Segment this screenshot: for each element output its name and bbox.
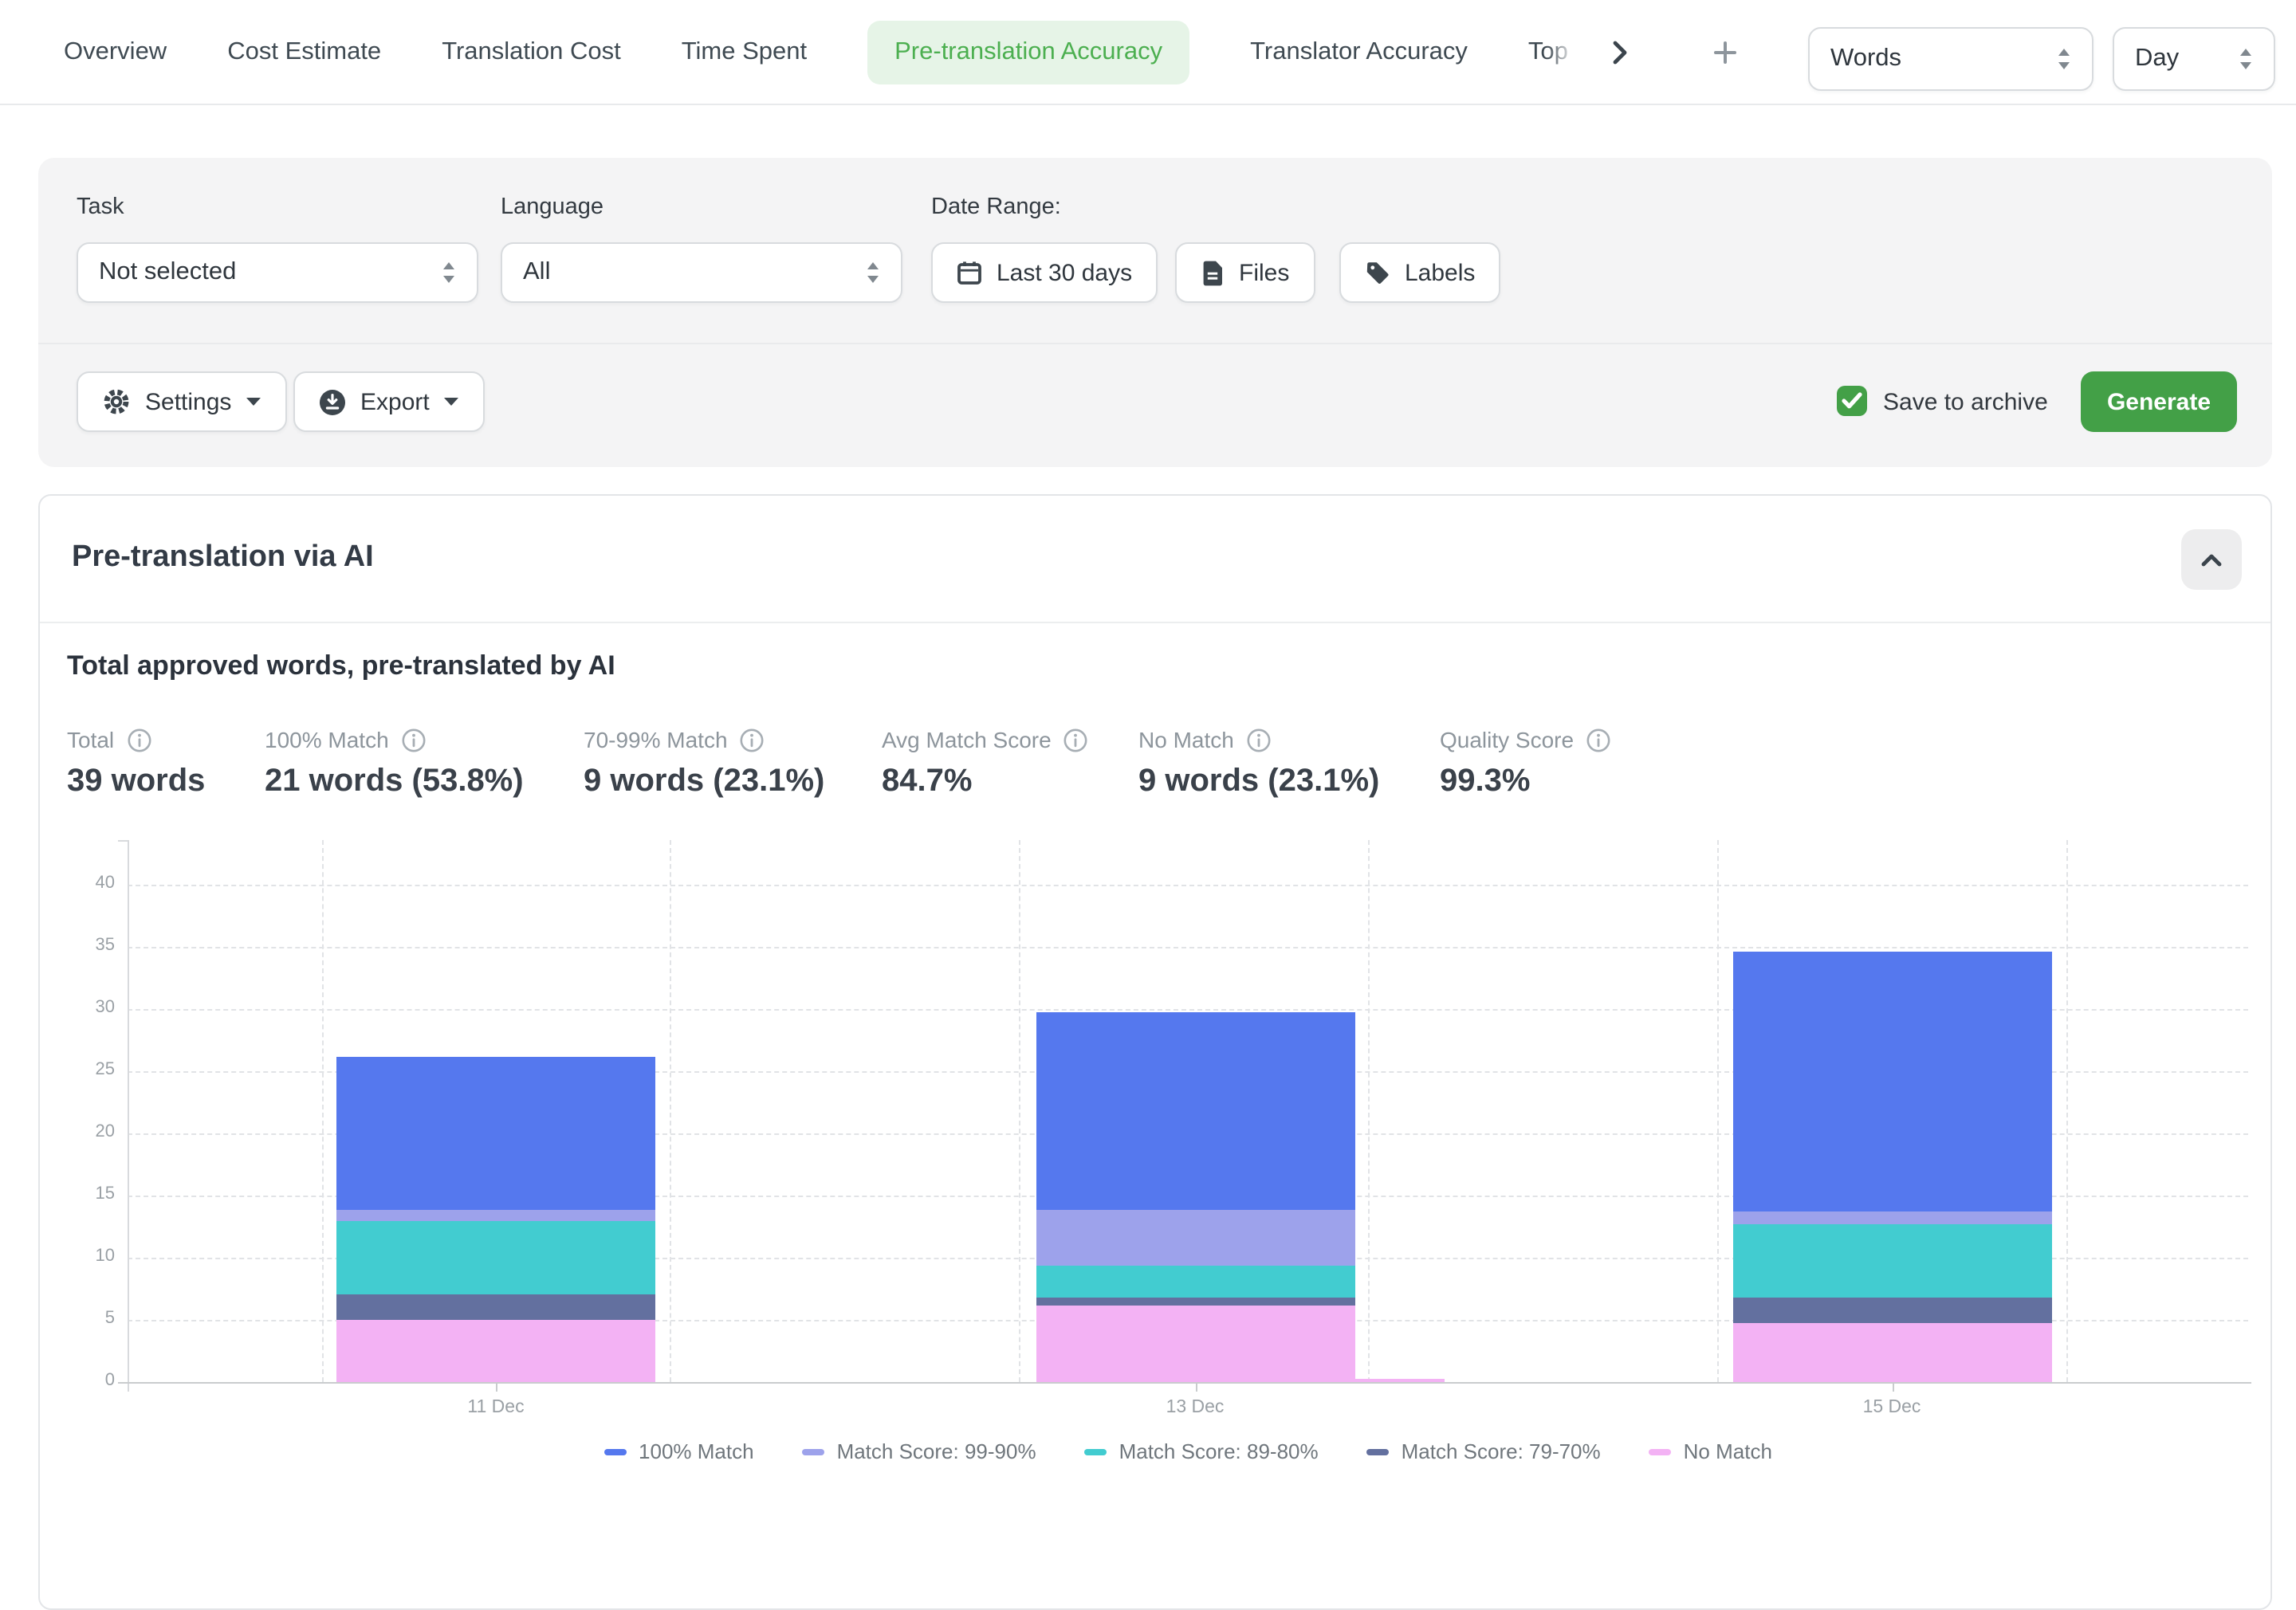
chart-section-title: Total approved words, pre-translated by … <box>67 650 615 682</box>
stat-total: Total 39 words <box>67 727 205 800</box>
legend-color-dash <box>1366 1448 1389 1455</box>
period-select-value: Day <box>2135 45 2179 73</box>
legend-item[interactable]: 100% Match <box>603 1439 754 1463</box>
stat-value: 84.7% <box>882 764 1088 800</box>
tab-pre-translation-accuracy[interactable]: Pre-translation Accuracy <box>867 20 1189 84</box>
gear-icon <box>102 387 131 416</box>
add-tab-button[interactable] <box>1713 39 1739 65</box>
stat-label: Avg Match Score <box>882 727 1052 752</box>
stat-100-match: 100% Match 21 words (53.8%) <box>265 727 524 800</box>
tab-cost-estimate[interactable]: Cost Estimate <box>227 37 381 66</box>
unit-select[interactable]: Words <box>1808 27 2094 91</box>
analytics-page: Overview Cost Estimate Translation Cost … <box>0 0 2296 1503</box>
export-button[interactable]: Export <box>293 371 486 432</box>
tabs-scroll-right-button[interactable] <box>1611 39 1630 65</box>
save-to-archive-label[interactable]: Save to archive <box>1883 389 2048 416</box>
task-select[interactable]: Not selected <box>77 242 478 303</box>
legend-item[interactable]: No Match <box>1649 1439 1772 1463</box>
date-range-button[interactable]: Last 30 days <box>931 242 1158 303</box>
info-icon[interactable] <box>1064 728 1088 752</box>
legend-label: Match Score: 79-70% <box>1402 1439 1601 1463</box>
stat-70-99-match: 70-99% Match 9 words (23.1%) <box>584 727 824 800</box>
legend-label: No Match <box>1684 1439 1772 1463</box>
info-icon[interactable] <box>1586 728 1610 752</box>
info-icon[interactable] <box>1247 728 1271 752</box>
chart-legend: 100% Match Match Score: 99-90% Match Score… <box>128 1439 2248 1463</box>
sort-arrows-icon <box>2239 48 2253 70</box>
info-icon[interactable] <box>127 728 151 752</box>
download-icon <box>319 388 346 415</box>
language-select[interactable]: All <box>501 242 902 303</box>
task-select-value: Not selected <box>99 258 236 287</box>
panel-header-divider <box>40 622 2270 623</box>
export-button-label: Export <box>360 388 430 415</box>
tab-translator-accuracy[interactable]: Translator Accuracy <box>1250 37 1468 66</box>
stat-value: 21 words (53.8%) <box>265 764 524 800</box>
tag-icon <box>1365 260 1390 285</box>
stat-label: Total <box>67 727 114 752</box>
sort-arrows-icon <box>866 261 880 284</box>
tab-top-truncated[interactable]: Top <box>1528 37 1576 66</box>
legend-label: Match Score: 99-90% <box>837 1439 1036 1463</box>
legend-color-dash <box>1084 1448 1107 1455</box>
labels-button-label: Labels <box>1405 259 1475 286</box>
tab-translation-cost[interactable]: Translation Cost <box>442 37 621 66</box>
caret-down-icon <box>246 397 261 406</box>
unit-select-value: Words <box>1830 45 1901 73</box>
language-select-value: All <box>523 258 550 287</box>
sort-arrows-icon <box>2057 48 2071 70</box>
stat-value: 99.3% <box>1440 764 1610 800</box>
stat-value: 9 words (23.1%) <box>584 764 824 800</box>
legend-item[interactable]: Match Score: 99-90% <box>802 1439 1036 1463</box>
sort-arrows-icon <box>442 261 456 284</box>
date-range-value: Last 30 days <box>997 259 1132 286</box>
period-select[interactable]: Day <box>2113 27 2275 91</box>
legend-item[interactable]: Match Score: 79-70% <box>1366 1439 1601 1463</box>
files-filter-button[interactable]: Files <box>1175 242 1315 303</box>
legend-label: Match Score: 89-80% <box>1119 1439 1319 1463</box>
stat-no-match: No Match 9 words (23.1%) <box>1138 727 1379 800</box>
stat-value: 9 words (23.1%) <box>1138 764 1379 800</box>
settings-button-label: Settings <box>145 388 231 415</box>
stat-avg-match-score: Avg Match Score 84.7% <box>882 727 1088 800</box>
tab-time-spent[interactable]: Time Spent <box>682 37 807 66</box>
stat-label: No Match <box>1138 727 1234 752</box>
files-button-label: Files <box>1239 259 1289 286</box>
legend-color-dash <box>1649 1448 1671 1455</box>
settings-button[interactable]: Settings <box>77 371 287 432</box>
save-to-archive-checkbox[interactable] <box>1837 386 1867 416</box>
info-icon[interactable] <box>402 728 426 752</box>
collapse-panel-button[interactable] <box>2181 529 2242 590</box>
stat-label: 70-99% Match <box>584 727 728 752</box>
stat-value: 39 words <box>67 764 205 800</box>
task-label: Task <box>77 194 124 220</box>
labels-filter-button[interactable]: Labels <box>1339 242 1500 303</box>
filters-divider <box>38 343 2272 344</box>
caret-down-icon <box>444 397 460 406</box>
tab-fade-overlay <box>1547 37 1576 66</box>
stat-label: 100% Match <box>265 727 389 752</box>
legend-label: 100% Match <box>639 1439 754 1463</box>
generate-button[interactable]: Generate <box>2081 371 2237 432</box>
calendar-icon <box>957 260 982 285</box>
legend-color-dash <box>603 1448 626 1455</box>
language-label: Language <box>501 194 603 220</box>
stat-quality-score: Quality Score 99.3% <box>1440 727 1610 800</box>
plus-icon <box>1713 39 1739 65</box>
legend-item[interactable]: Match Score: 89-80% <box>1084 1439 1319 1463</box>
tab-overview[interactable]: Overview <box>64 37 167 66</box>
legend-color-dash <box>802 1448 824 1455</box>
file-icon <box>1201 259 1225 286</box>
panel-title: Pre-translation via AI <box>72 540 374 575</box>
stat-label: Quality Score <box>1440 727 1574 752</box>
date-range-label: Date Range: <box>931 194 1061 220</box>
check-icon <box>1842 392 1862 410</box>
chevron-up-icon <box>2200 552 2223 567</box>
chevron-right-icon <box>1611 39 1630 65</box>
info-icon[interactable] <box>741 728 765 752</box>
